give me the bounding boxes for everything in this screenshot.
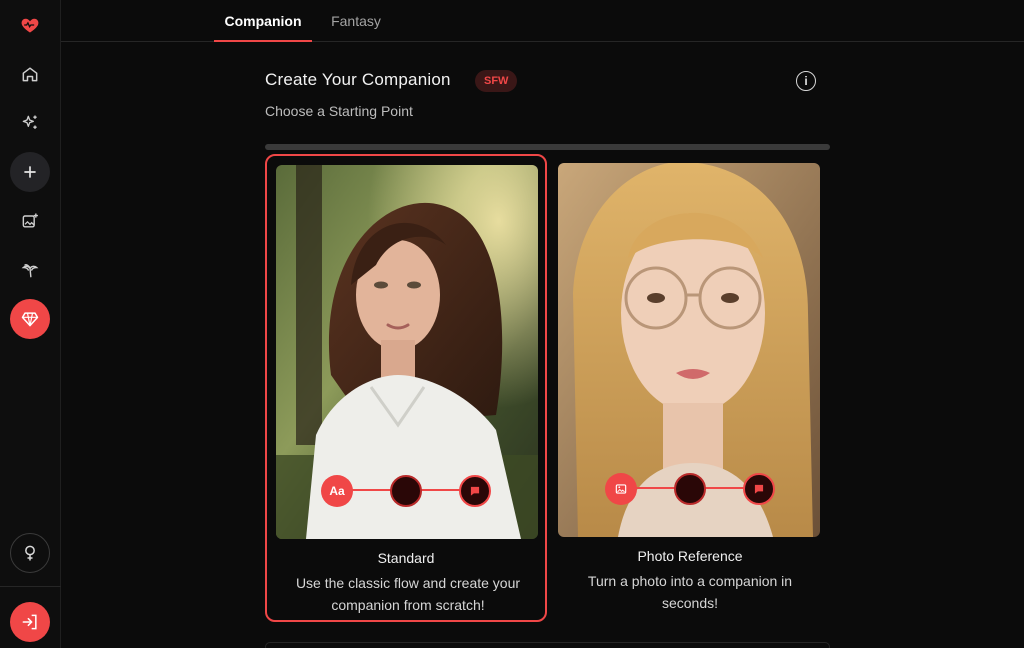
info-icon[interactable]: i	[796, 71, 816, 91]
sidebar-divider	[0, 586, 61, 587]
page-title: Create Your Companion	[265, 70, 451, 89]
next-section-edge	[265, 642, 830, 648]
diamond-icon[interactable]	[10, 299, 50, 339]
chat-icon	[743, 473, 775, 505]
option-card-photo-reference[interactable]: Photo Reference Turn a photo into a comp…	[549, 154, 831, 622]
empty-step-icon	[390, 475, 422, 507]
sfw-badge: SFW	[475, 70, 518, 92]
palm-tree-icon[interactable]	[10, 250, 50, 290]
card-title-photo-reference: Photo Reference	[637, 548, 743, 564]
home-icon[interactable]	[10, 54, 50, 94]
top-tab-bar: Companion Fantasy	[61, 0, 1024, 42]
option-card-standard[interactable]: Aa Standard Use the classic flow and cre…	[265, 154, 547, 622]
image-icon	[605, 473, 637, 505]
plus-icon[interactable]	[10, 152, 50, 192]
female-icon[interactable]	[10, 533, 50, 573]
card-title-standard: Standard	[377, 550, 435, 566]
step-indicator	[605, 473, 775, 505]
chat-icon	[459, 475, 491, 507]
heart-pulse-logo-icon[interactable]	[10, 5, 50, 45]
empty-step-icon	[674, 473, 706, 505]
card-description-photo-reference: Turn a photo into a companion in seconds…	[587, 573, 793, 611]
tab-fantasy[interactable]: Fantasy	[319, 0, 393, 42]
sparkles-icon[interactable]	[10, 103, 50, 143]
text-aa-icon: Aa	[321, 475, 353, 507]
active-tab-indicator	[214, 40, 312, 42]
card-description-standard: Use the classic flow and create your com…	[295, 575, 521, 613]
page-subtitle: Choose a Starting Point	[265, 103, 413, 119]
sidebar	[0, 0, 61, 648]
step-indicator: Aa	[321, 475, 491, 507]
login-icon[interactable]	[10, 602, 50, 642]
tab-companion[interactable]: Companion	[214, 0, 312, 42]
progress-bar	[265, 144, 830, 150]
image-add-icon[interactable]	[10, 201, 50, 241]
